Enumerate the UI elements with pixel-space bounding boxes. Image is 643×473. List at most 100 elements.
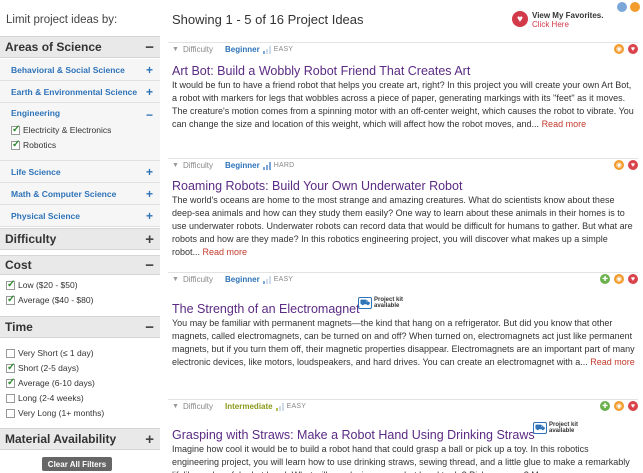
read-more-link[interactable]: Read more [203,247,248,257]
sidebar-item-behavioral-social-science[interactable]: Behavioral & Social Science + [0,59,160,81]
clear-all-filters-button[interactable]: Clear All Filters [42,457,112,471]
heart-icon[interactable]: ♥ [628,44,638,54]
option-label: Robotics [23,140,57,150]
option-label: Average (6-10 days) [18,378,95,388]
kit-label-2: available [549,428,575,434]
option-robotics[interactable]: Robotics [11,139,171,150]
kit-label-2: available [374,303,400,309]
expand-icon[interactable]: + [146,63,153,77]
option-time-average[interactable]: Average (6-10 days) [6,377,166,388]
collapse-icon[interactable]: − [145,39,154,56]
expand-icon[interactable]: + [145,431,154,448]
project-kit-badge[interactable]: ⛟ Project kit available [358,297,403,309]
expand-icon[interactable]: + [146,187,153,201]
cost-bars-icon [275,402,285,411]
cost-level: EASY [286,403,307,410]
sidebar-item-label: Engineering [11,108,61,118]
kit-cart-icon: ⛟ [533,422,547,434]
project-description: It would be fun to have a friend robot t… [172,79,638,131]
rss-icon[interactable]: ◉ [614,274,624,284]
cart-icon[interactable]: ✚ [600,401,610,411]
sidebar-item-label: Life Science [11,166,61,177]
difficulty-level: Intermediate [225,402,273,411]
collapse-icon[interactable]: − [146,108,153,122]
checkbox[interactable] [6,393,15,403]
rss-icon[interactable]: ◉ [614,401,624,411]
option-label: Average ($40 - $80) [18,295,94,305]
option-cost-low[interactable]: Low ($20 - $50) [6,279,166,290]
triangle-down-icon: ▼ [172,162,179,169]
sidebar-item-life-science[interactable]: Life Science + [0,161,160,183]
option-label: Very Short (≤ 1 day) [18,348,94,358]
triangle-down-icon: ▼ [172,46,179,53]
difficulty-bar: ▼ Difficulty Intermediate EASY [168,399,638,413]
option-time-long[interactable]: Long (2-4 weeks) [6,393,166,403]
sidebar-item-math-computer-science[interactable]: Math & Computer Science + [0,183,160,205]
favorites-line1: View My Favorites. [532,11,604,20]
project-title-link[interactable]: The Strength of an Electromagnet [172,302,360,316]
kit-cart-icon: ⛟ [358,297,372,309]
heart-icon[interactable]: ♥ [628,274,638,284]
cost-header[interactable]: Cost − [0,255,160,275]
expand-icon[interactable]: + [146,209,153,223]
material-availability-label: Material Availability [5,432,117,446]
option-electricity-electronics[interactable]: Electricity & Electronics [11,124,171,135]
option-label: Long (2-4 weeks) [18,393,84,403]
option-time-short[interactable]: Short (2-5 days) [6,362,166,373]
checkbox[interactable] [6,377,15,388]
expand-icon[interactable]: + [146,165,153,179]
option-time-very-long[interactable]: Very Long (1+ months) [6,408,166,418]
difficulty-bar: ▼ Difficulty Beginner EASY [168,42,638,56]
option-label: Short (2-5 days) [18,363,79,373]
option-cost-average[interactable]: Average ($40 - $80) [6,294,166,305]
sidebar-item-earth-environmental-science[interactable]: Earth & Environmental Science + [0,81,160,103]
rss-icon[interactable]: ◉ [614,160,624,170]
difficulty-level: Beginner [225,275,260,284]
checkbox[interactable] [6,294,15,305]
triangle-down-icon: ▼ [172,403,179,410]
checkbox[interactable] [6,348,15,358]
sidebar-item-physical-science[interactable]: Physical Science + [0,205,160,227]
view-favorites-link[interactable]: View My Favorites. Click Here [532,11,603,29]
checkbox[interactable] [6,279,15,290]
project-description: You may be familiar with permanent magne… [172,317,638,369]
rss-icon[interactable] [630,2,640,12]
project-title-link[interactable]: Roaming Robots: Build Your Own Underwate… [172,179,462,193]
heart-icon[interactable]: ♥ [512,11,528,27]
rss-icon[interactable]: ◉ [614,44,624,54]
project-description: Imagine how cool it would be to build a … [172,443,638,473]
project-title-link[interactable]: Grasping with Straws: Make a Robot Hand … [172,428,535,442]
heart-icon[interactable]: ♥ [628,401,638,411]
cost-level: EASY [273,276,294,283]
collapse-icon[interactable]: − [145,257,154,274]
sidebar-item-label: Math & Computer Science [11,188,117,199]
cart-icon[interactable]: ✚ [600,274,610,284]
sidebar-item-label: Behavioral & Social Science [11,64,125,75]
checkbox[interactable] [6,362,15,373]
expand-icon[interactable]: + [145,231,154,248]
project-description: The world's oceans are home to the most … [172,194,638,259]
project-kit-badge[interactable]: ⛟ Project kit available [533,422,578,434]
read-more-link[interactable]: Read more [590,357,635,367]
email-icon[interactable] [617,2,627,12]
areas-of-science-header[interactable]: Areas of Science − [0,36,160,58]
triangle-down-icon: ▼ [172,276,179,283]
time-label: Time [5,320,33,334]
heart-icon[interactable]: ♥ [628,160,638,170]
project-title-link[interactable]: Art Bot: Build a Wobbly Robot Friend Tha… [172,64,470,78]
cost-bars-icon [262,45,272,54]
read-more-link[interactable]: Read more [542,119,587,129]
material-availability-header[interactable]: Material Availability + [0,428,160,450]
option-time-very-short[interactable]: Very Short (≤ 1 day) [6,348,166,358]
expand-icon[interactable]: + [146,85,153,99]
time-header[interactable]: Time − [0,316,160,338]
checkbox[interactable] [11,139,20,150]
checkbox[interactable] [11,124,20,135]
description-text: Imagine how cool it would be to build a … [172,444,630,473]
checkbox[interactable] [6,408,15,418]
collapse-icon[interactable]: − [145,319,154,336]
option-label: Electricity & Electronics [23,125,112,135]
favorites-click-here: Click Here [532,20,569,29]
difficulty-header[interactable]: Difficulty + [0,228,160,250]
areas-of-science-label: Areas of Science [5,40,102,54]
